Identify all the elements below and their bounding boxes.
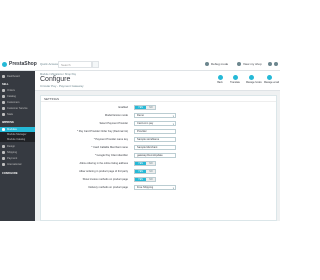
sidebar: Dashboard SELL Orders Catalog Customers … [0,71,35,221]
sidebar-item-payment[interactable]: Payment [0,156,35,161]
chevron-down-icon: ▾ [172,187,174,190]
catalog-icon [2,95,5,98]
browser-viewport: PrestaShop Quick Access Search Debug mod… [0,59,280,221]
chevron-down-icon: ▾ [172,115,174,118]
back-button[interactable]: Back [215,75,225,84]
provider-name-input[interactable]: Sample storeName [134,137,176,142]
prestashop-logo-icon [2,62,7,67]
customers-icon [2,101,5,104]
order-key-input[interactable]: Provider [134,129,176,134]
hooks-icon [248,75,254,80]
search-input[interactable]: Search [58,61,92,68]
field-listing-address: Allow ordering in the online listing add… [41,161,276,167]
field-provider: Select Payment Provider Card.com pay ▾ [41,121,276,127]
manage-email-button[interactable]: Manage email [264,75,279,84]
field-label: Allow ordering in product page of 3rd pa… [79,170,128,173]
field-label: * Pay Card Provider Order Key (Decimal r… [76,130,128,133]
client-id-input[interactable]: gateway:DemoUpdate [134,153,176,158]
field-delivery-methods: Delivery methods on product page Free Sh… [41,185,276,191]
payment-icon [2,157,5,160]
logo[interactable]: PrestaShop [9,61,37,67]
user-avatar-icon[interactable] [274,62,278,66]
design-icon [2,145,5,148]
email-icon [266,75,272,80]
page-subtitle: Circular Pay - Payment Gateway [40,84,84,88]
sidebar-item-orders[interactable]: Orders [0,88,35,93]
debug-mode-link[interactable]: Debug mode [211,62,228,66]
sidebar-section-sell: SELL [2,83,9,86]
invoice-methods-toggle[interactable]: YES NO [134,177,156,182]
sidebar-item-catalog[interactable]: Catalog [0,94,35,99]
field-label: Allow ordering in the online listing add… [79,162,128,165]
field-provider-name: * Payment Provider name key Sample store… [41,137,276,143]
quick-access-menu[interactable]: Quick Access [40,62,58,66]
field-invoice-methods: Show invoice methods on product page YES… [41,177,276,183]
delivery-methods-select[interactable]: Free Shipping ▾ [134,185,176,190]
sidebar-item-dashboard[interactable]: Dashboard [0,74,35,79]
field-label: * Google Pay Client identifier [94,154,128,157]
translate-button[interactable]: Translate [230,75,240,84]
field-product-page-3rd: Allow ordering in product page of 3rd pa… [41,169,276,175]
translate-icon [232,75,238,80]
customer-service-icon [2,107,5,110]
sidebar-section-configure: CONFIGURE [2,172,18,175]
field-client-id: * Google Pay Client identifier gateway:D… [41,153,276,159]
sidebar-item-module-catalog[interactable]: Module Catalog [0,137,35,142]
listing-address-toggle[interactable]: YES NO [134,161,156,166]
product-page-toggle[interactable]: YES NO [134,169,156,174]
globe-icon [2,163,5,166]
field-merchant-name: * Cash Callable Merchant name Sample Mer… [41,145,276,151]
field-mode: Mode/Version mode Demo ▾ [41,113,276,119]
field-label: * Cash Callable Merchant name [91,146,128,149]
sidebar-item-shipping[interactable]: Shipping [0,150,35,155]
manage-hooks-button[interactable]: Manage hooks [246,75,262,84]
view-shop-link[interactable]: View my shop [243,62,262,66]
sidebar-item-design[interactable]: Design [0,144,35,149]
mode-select[interactable]: Demo ▾ [134,113,176,118]
orders-icon [2,89,5,92]
sidebar-item-stats[interactable]: Stats [0,112,35,117]
shipping-icon [2,151,5,154]
field-enabled: Enabled YES NO [41,105,276,111]
debug-icon [205,62,209,66]
page-header: Module / Migrations / Shop Pay Configure… [35,71,280,91]
panel-title: SETTINGS [41,96,276,102]
field-order-key: * Pay Card Provider Order Key (Decimal r… [41,129,276,135]
chevron-down-icon: ▾ [172,123,174,126]
sidebar-section-improve: IMPROVE [2,121,14,124]
notifications-icon[interactable] [268,62,272,66]
top-header: PrestaShop Quick Access Search Debug mod… [0,59,280,71]
sidebar-item-customers[interactable]: Customers [0,100,35,105]
field-label: Mode/Version mode [104,114,128,117]
field-label: Show invoice methods on product page [82,178,128,181]
provider-select[interactable]: Card.com pay ▾ [134,121,176,126]
sidebar-item-customer-service[interactable]: Customer Service [0,106,35,111]
merchant-name-input[interactable]: Sample Merchant [134,145,176,150]
field-label: Delivery methods on product page [88,186,128,189]
dashboard-icon [2,75,5,78]
field-label: Enabled [118,106,128,109]
modules-icon [2,128,5,131]
page-title: Configure [40,76,71,83]
field-label: Select Payment Provider [99,122,128,125]
search-button[interactable] [92,61,99,68]
enabled-toggle[interactable]: YES NO [134,105,156,110]
settings-panel: SETTINGS Enabled YES NO Mode/Version mode… [40,95,277,221]
back-icon [217,75,223,80]
field-label: * Payment Provider name key [93,138,128,141]
sidebar-item-international[interactable]: International [0,162,35,167]
shop-icon [237,62,241,66]
stats-icon [2,113,5,116]
